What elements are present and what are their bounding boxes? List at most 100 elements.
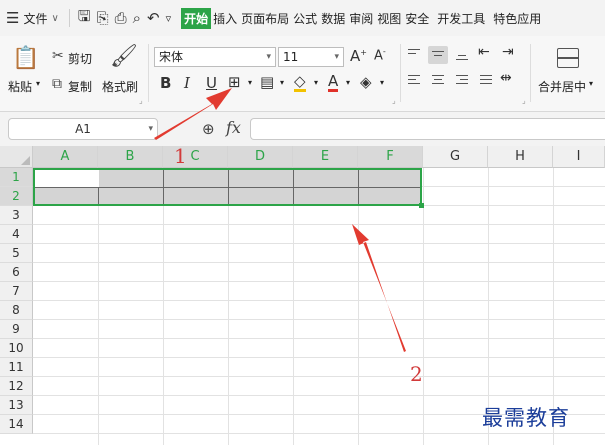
align-top-button[interactable] <box>404 46 424 64</box>
column-header-a[interactable]: A <box>33 146 98 168</box>
tab-page-layout[interactable]: 页面布局 <box>239 8 291 29</box>
merge-center-icon[interactable] <box>557 48 579 68</box>
copy-button[interactable]: 复制 <box>68 78 92 95</box>
fx-button[interactable]: fx <box>226 118 241 137</box>
align-bottom-button[interactable] <box>452 46 472 64</box>
merge-center-button[interactable]: 合并居中 <box>538 78 586 95</box>
font-size-select[interactable]: 11 ▾ <box>278 47 344 67</box>
borders-icon[interactable]: ⊞ <box>228 73 241 91</box>
select-all-button[interactable] <box>0 146 33 168</box>
copy-icon[interactable]: ⧉ <box>52 76 62 92</box>
font-group-launcher[interactable]: ⌟ <box>392 96 396 105</box>
tab-developer[interactable]: 开发工具 <box>435 8 487 29</box>
row-header-11[interactable]: 11 <box>0 358 33 377</box>
distribute-icon[interactable]: ⇹ <box>500 70 512 86</box>
active-cell-a1[interactable] <box>35 170 99 187</box>
grid-line <box>33 433 605 434</box>
align-center-button[interactable] <box>428 72 448 90</box>
selected-range[interactable] <box>33 168 422 206</box>
row-header-1[interactable]: 1 <box>0 168 33 187</box>
divider <box>68 9 70 27</box>
column-header-g[interactable]: G <box>423 146 488 168</box>
print-preview-icon[interactable]: ⌕ <box>133 9 141 27</box>
column-header-c[interactable]: C <box>163 146 228 168</box>
row-header-4[interactable]: 4 <box>0 225 33 244</box>
row-header-13[interactable]: 13 <box>0 396 33 415</box>
chevron-down-icon: ▾ <box>148 124 153 134</box>
export-icon[interactable]: ⎘ <box>97 9 109 27</box>
clipboard-group-launcher[interactable]: ⌟ <box>139 96 143 105</box>
row-header-12[interactable]: 12 <box>0 377 33 396</box>
row-header-10[interactable]: 10 <box>0 339 33 358</box>
file-menu[interactable]: ☰ 文件 ∨ <box>0 9 59 27</box>
scissors-icon[interactable]: ✂ <box>52 48 64 64</box>
tab-view[interactable]: 视图 <box>375 8 403 29</box>
name-box[interactable]: A1 ▾ <box>8 118 158 140</box>
undo-icon[interactable]: ↶ <box>147 9 160 27</box>
row-header-5[interactable]: 5 <box>0 244 33 263</box>
tab-features[interactable]: 特色应用 <box>491 8 543 29</box>
row-header-7[interactable]: 7 <box>0 282 33 301</box>
zoom-icon[interactable]: ⊕ <box>202 120 215 138</box>
row-header-14[interactable]: 14 <box>0 415 33 434</box>
column-header-e[interactable]: E <box>293 146 358 168</box>
hamburger-icon[interactable]: ☰ <box>6 9 19 27</box>
format-painter-button[interactable]: 格式刷 <box>102 78 138 95</box>
row-header-9[interactable]: 9 <box>0 320 33 339</box>
row-header-6[interactable]: 6 <box>0 263 33 282</box>
tab-review[interactable]: 审阅 <box>347 8 375 29</box>
paste-button[interactable]: 粘贴 <box>8 78 32 95</box>
decrease-indent-icon[interactable]: ⇤ <box>478 44 490 60</box>
more-icon[interactable]: ▿ <box>166 12 172 25</box>
tab-home[interactable]: 开始 <box>181 7 212 29</box>
column-header-f[interactable]: F <box>358 146 423 168</box>
grid-line <box>163 168 164 445</box>
cut-button[interactable]: 剪切 <box>68 50 92 67</box>
bold-button[interactable]: B <box>160 74 171 92</box>
font-name-select[interactable]: 宋体 ▾ <box>154 47 276 67</box>
align-left-button[interactable] <box>404 72 424 90</box>
row-header-2[interactable]: 2 <box>0 187 33 206</box>
justify-button[interactable] <box>476 72 496 90</box>
print-icon[interactable]: ⎙ <box>115 9 127 27</box>
font-color-dropdown-icon[interactable]: ▾ <box>346 78 350 87</box>
save-icon[interactable]: 🖫 <box>78 6 91 31</box>
underline-button[interactable]: U <box>206 74 217 92</box>
column-header-d[interactable]: D <box>228 146 293 168</box>
fill-color-icon[interactable]: ◇ <box>294 73 306 92</box>
fill-color-dropdown-icon[interactable]: ▾ <box>314 78 318 87</box>
grid-line <box>423 168 424 445</box>
spreadsheet-grid[interactable]: A B C D E F G H I 1 2 3 4 5 6 7 8 9 10 11 12 13 14 <box>0 146 605 445</box>
tab-data[interactable]: 数据 <box>319 8 347 29</box>
row-header-8[interactable]: 8 <box>0 301 33 320</box>
eraser-icon[interactable]: ◈ <box>360 73 372 91</box>
merge-center-dropdown-icon[interactable]: ▾ <box>589 79 593 88</box>
row-header-3[interactable]: 3 <box>0 206 33 225</box>
paste-dropdown-icon[interactable]: ▾ <box>36 79 40 88</box>
tab-security[interactable]: 安全 <box>403 8 431 29</box>
italic-button[interactable]: I <box>184 74 190 92</box>
chevron-down-icon: ▾ <box>334 52 339 62</box>
cell-style-icon[interactable]: ▤ <box>260 73 274 91</box>
divider <box>530 44 531 102</box>
tab-formulas[interactable]: 公式 <box>291 8 319 29</box>
align-middle-button[interactable] <box>428 46 448 64</box>
increase-indent-icon[interactable]: ⇥ <box>502 44 514 60</box>
borders-dropdown-icon[interactable]: ▾ <box>248 78 252 87</box>
font-color-button[interactable]: A <box>328 73 339 92</box>
paste-icon[interactable]: 📋 <box>12 46 39 71</box>
cell-style-dropdown-icon[interactable]: ▾ <box>280 78 284 87</box>
column-header-h[interactable]: H <box>488 146 553 168</box>
align-right-button[interactable] <box>452 72 472 90</box>
decrease-font-icon[interactable]: A- <box>374 47 386 63</box>
column-header-b[interactable]: B <box>98 146 163 168</box>
tab-insert[interactable]: 插入 <box>211 8 239 29</box>
increase-font-icon[interactable]: A+ <box>350 47 367 65</box>
format-painter-icon[interactable]: 🖌 <box>110 44 138 69</box>
column-header-i[interactable]: I <box>553 146 605 168</box>
eraser-dropdown-icon[interactable]: ▾ <box>380 78 384 87</box>
ribbon-toolbar: 📋 粘贴 ▾ ✂ 剪切 ⧉ 复制 🖌 格式刷 ⌟ 宋体 ▾ 11 ▾ A+ A-… <box>0 36 605 112</box>
fill-handle[interactable] <box>419 203 424 208</box>
formula-input[interactable] <box>250 118 605 140</box>
alignment-group-launcher[interactable]: ⌟ <box>522 96 526 105</box>
